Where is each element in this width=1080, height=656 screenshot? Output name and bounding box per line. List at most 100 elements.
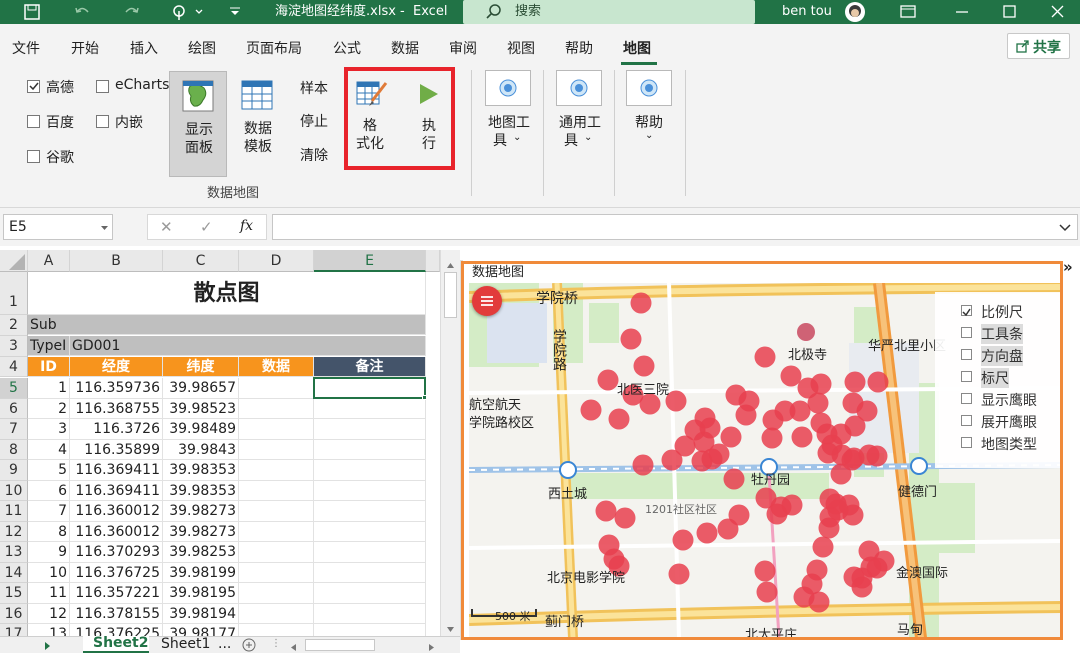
table-cell[interactable] [314, 439, 426, 460]
row-header[interactable]: 1 [0, 272, 28, 315]
sheet-title-cell[interactable]: 散点图 [28, 272, 426, 315]
search-box[interactable]: 搜索 [463, 0, 755, 24]
show-panel-button[interactable]: 显示 面板 [169, 71, 227, 177]
stop-button[interactable]: 停止 [300, 111, 328, 131]
select-all-corner[interactable] [0, 250, 28, 272]
row-header[interactable]: 7 [0, 419, 28, 440]
row-header[interactable]: 8 [0, 439, 28, 460]
header-cell-latitude[interactable]: 纬度 [163, 357, 239, 377]
table-cell[interactable]: 10 [28, 562, 70, 583]
name-box[interactable]: E5 [3, 214, 113, 240]
row-header[interactable]: 5 [0, 378, 28, 399]
table-cell[interactable] [239, 398, 314, 419]
vertical-scrollbar[interactable] [440, 250, 460, 636]
checkbox-gaode-box[interactable] [27, 80, 40, 93]
table-cell[interactable]: 116.368755 [70, 398, 163, 419]
table-cell[interactable]: 4 [28, 439, 70, 460]
table-cell[interactable] [239, 460, 314, 481]
table-cell[interactable] [239, 562, 314, 583]
tab-review[interactable]: 审阅 [449, 38, 477, 58]
table-cell[interactable] [314, 603, 426, 624]
table-cell[interactable]: 12 [28, 603, 70, 624]
row-header[interactable]: 2 [0, 315, 28, 336]
table-cell[interactable]: 39.98199 [163, 562, 239, 583]
data-template-button[interactable]: 数据 模板 [236, 71, 280, 171]
row-header[interactable]: 16 [0, 603, 28, 624]
table-cell[interactable] [239, 624, 314, 636]
table-cell[interactable]: 2 [28, 398, 70, 419]
table-cell[interactable]: 116.3726 [70, 419, 163, 440]
more-sheets[interactable]: ... [218, 636, 231, 652]
tab-split-dots[interactable]: ⋮ [271, 638, 281, 649]
minimize-icon[interactable] [952, 0, 972, 24]
header-cell-notes[interactable]: 备注 [314, 357, 426, 377]
avatar[interactable] [843, 1, 867, 25]
table-cell[interactable]: 9 [28, 542, 70, 563]
table-cell[interactable]: 7 [28, 501, 70, 522]
tab-view[interactable]: 视图 [507, 38, 535, 58]
table-cell[interactable] [314, 583, 426, 604]
ribbon-display-options-icon[interactable] [898, 0, 918, 24]
table-cell[interactable]: 11 [28, 583, 70, 604]
checkbox-google-box[interactable] [27, 150, 40, 163]
tab-page-layout[interactable]: 页面布局 [246, 38, 302, 58]
table-cell[interactable] [239, 603, 314, 624]
header-cell-id[interactable]: ID [28, 357, 70, 377]
table-cell[interactable] [239, 583, 314, 604]
table-cell[interactable] [239, 501, 314, 522]
table-cell[interactable]: 3 [28, 419, 70, 440]
column-header-f[interactable] [426, 250, 440, 272]
table-cell[interactable] [239, 542, 314, 563]
table-cell[interactable]: 116.376725 [70, 562, 163, 583]
table-cell[interactable] [314, 624, 426, 636]
customize-qat-icon[interactable] [228, 0, 242, 24]
scroll-left-icon[interactable] [290, 641, 297, 656]
table-cell[interactable]: 39.98657 [163, 378, 239, 399]
enter-icon[interactable]: ✓ [200, 218, 213, 236]
type-value-cell[interactable]: GD001 [70, 336, 426, 356]
table-cell[interactable]: 39.98177 [163, 624, 239, 636]
table-cell[interactable] [239, 521, 314, 542]
table-cell[interactable]: 13 [28, 624, 70, 636]
column-header-b[interactable]: B [70, 250, 163, 272]
selected-cell-e5[interactable] [313, 377, 426, 399]
table-cell[interactable]: 39.98523 [163, 398, 239, 419]
table-cell[interactable]: 39.98273 [163, 521, 239, 542]
row-header[interactable]: 12 [0, 521, 28, 542]
column-header-c[interactable]: C [163, 250, 239, 272]
share-button[interactable]: 共享 [1007, 33, 1070, 59]
checkbox-embed-box[interactable] [96, 115, 109, 128]
formula-input[interactable] [272, 214, 1078, 240]
tab-file[interactable]: 文件 [12, 38, 40, 58]
table-cell[interactable]: 116.370293 [70, 542, 163, 563]
scroll-right-icon[interactable] [428, 641, 435, 656]
horizontal-scroll-thumb[interactable] [305, 639, 375, 651]
scroll-down-icon[interactable] [446, 622, 455, 637]
name-box-dropdown-icon[interactable] [100, 221, 109, 236]
scroll-up-icon[interactable] [446, 258, 455, 273]
table-cell[interactable] [314, 562, 426, 583]
table-cell[interactable]: 39.98195 [163, 583, 239, 604]
table-cell[interactable] [314, 398, 426, 419]
table-cell[interactable]: 39.98253 [163, 542, 239, 563]
worksheet-grid[interactable]: A B C D E 1 2 3 4 5 6 7 8 9 10 11 12 13 14 15 16 17 散点图 … [0, 250, 440, 636]
add-sheet-icon[interactable] [242, 638, 256, 656]
table-cell[interactable]: 1 [28, 378, 70, 399]
table-cell[interactable]: 39.9843 [163, 439, 239, 460]
general-tools-button[interactable]: 通用工 具 ⌄ [556, 70, 602, 166]
table-cell[interactable] [314, 542, 426, 563]
table-cell[interactable]: 39.98489 [163, 419, 239, 440]
row-header[interactable]: 11 [0, 501, 28, 522]
tab-formulas[interactable]: 公式 [333, 38, 361, 58]
table-cell[interactable] [239, 419, 314, 440]
tab-insert[interactable]: 插入 [130, 38, 158, 58]
save-icon[interactable] [22, 0, 42, 24]
header-cell-longitude[interactable]: 经度 [70, 357, 163, 377]
table-cell[interactable] [239, 480, 314, 501]
row-header[interactable]: 14 [0, 562, 28, 583]
column-header-d[interactable]: D [239, 250, 314, 272]
table-cell[interactable]: 116.360012 [70, 501, 163, 522]
touch-mode-icon[interactable] [170, 0, 210, 24]
type-label-cell[interactable]: TypeI [28, 336, 70, 356]
table-cell[interactable]: 8 [28, 521, 70, 542]
